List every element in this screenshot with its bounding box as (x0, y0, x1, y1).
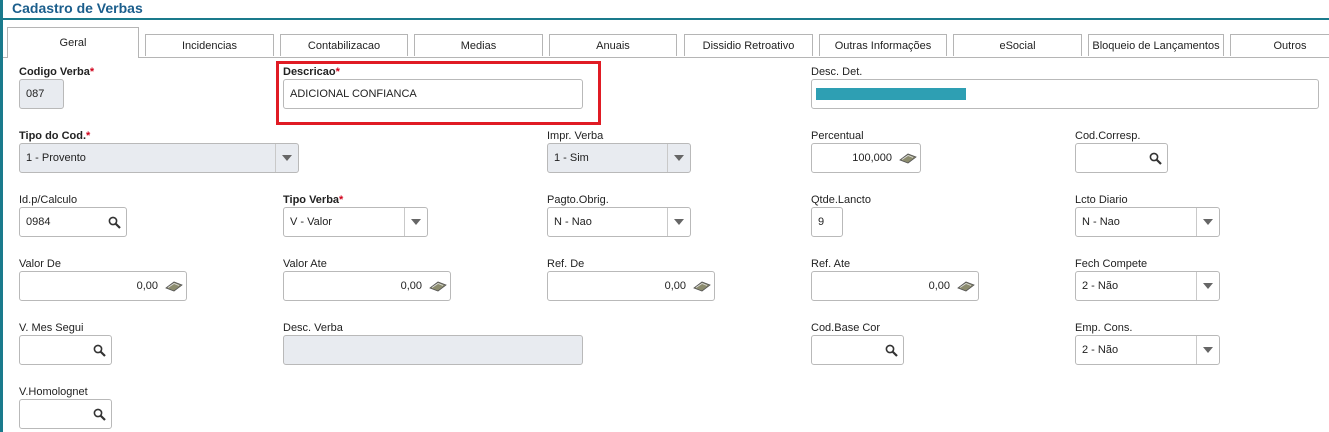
tab-label: eSocial (999, 39, 1036, 52)
v-mes-segui-label: V. Mes Segui (19, 322, 84, 334)
desc-verba-field[interactable] (283, 335, 583, 365)
tipo-cod-label: Tipo do Cod.* (19, 130, 91, 142)
lcto-diario-label: Lcto Diario (1075, 194, 1128, 206)
tipo-verba-select[interactable]: V - Valor (283, 207, 428, 237)
v-homolognet-field[interactable] (19, 399, 112, 429)
ref-ate-field[interactable]: 0,00 (811, 271, 979, 301)
id-calculo-label: Id.p/Calculo (19, 194, 78, 206)
cod-corresp-label: Cod.Corresp. (1075, 130, 1141, 142)
id-calculo-field[interactable]: 0984 (19, 207, 127, 237)
fech-compete-select[interactable]: 2 - Não (1075, 271, 1220, 301)
v-mes-segui-field[interactable] (19, 335, 112, 365)
tab-label: Contabilizacao (307, 39, 381, 52)
valor-de-field[interactable]: 0,00 (19, 271, 187, 301)
calculator-icon[interactable] (162, 272, 186, 300)
codigo-verba-label: Codigo Verba* (19, 66, 95, 78)
tab-outras-informacoes[interactable]: Outras Informações (819, 34, 947, 56)
tab-label: Geral (59, 37, 87, 49)
pagto-obrig-label: Pagto.Obrig. (547, 194, 609, 206)
calculator-icon[interactable] (690, 272, 714, 300)
cod-corresp-field[interactable] (1075, 143, 1168, 173)
impr-verba-select[interactable]: 1 - Sim (547, 143, 691, 173)
calculator-icon[interactable] (896, 144, 920, 172)
emp-cons-select[interactable]: 2 - Não (1075, 335, 1220, 365)
cod-base-cor-field[interactable] (811, 335, 904, 365)
ref-de-field[interactable]: 0,00 (547, 271, 715, 301)
tab-anuais[interactable]: Anuais (549, 34, 677, 56)
tab-label: Outros (1273, 39, 1307, 52)
chevron-down-icon (667, 208, 690, 236)
pagto-obrig-select[interactable]: N - Nao (547, 207, 691, 237)
desc-det-value-bar (816, 88, 966, 100)
emp-cons-label: Emp. Cons. (1075, 322, 1133, 334)
valor-ate-field[interactable]: 0,00 (283, 271, 451, 301)
tab-label: Incidencias (181, 39, 238, 52)
tab-label: Medias (460, 39, 497, 52)
ref-ate-label: Ref. Ate (811, 258, 851, 270)
tab-outros[interactable]: Outros (1230, 34, 1329, 56)
tabs-divider (3, 57, 1329, 58)
title-divider (3, 18, 1329, 20)
tab-bloqueio-lancamentos[interactable]: Bloqueio de Lançamentos (1088, 34, 1224, 56)
search-icon[interactable] (87, 400, 111, 428)
calculator-icon[interactable] (426, 272, 450, 300)
tab-label: Bloqueio de Lançamentos (1092, 39, 1220, 52)
qtde-lancto-label: Qtde.Lancto (811, 194, 871, 206)
search-icon[interactable] (87, 336, 111, 364)
percentual-field[interactable]: 100,000 (811, 143, 921, 173)
search-icon[interactable] (1143, 144, 1167, 172)
tab-incidencias[interactable]: Incidencias (145, 34, 274, 56)
tab-label: Outras Informações (834, 39, 932, 52)
chevron-down-icon (404, 208, 427, 236)
highlight-box (276, 61, 601, 125)
chevron-down-icon (667, 144, 690, 172)
impr-verba-label: Impr. Verba (547, 130, 604, 142)
v-homolognet-label: V.Homolognet (19, 386, 88, 398)
tab-geral[interactable]: Geral (7, 27, 139, 58)
page-title: Cadastro de Verbas (12, 0, 143, 16)
fech-compete-label: Fech Compete (1075, 258, 1148, 270)
chevron-down-icon (1196, 208, 1219, 236)
tipo-cod-select[interactable]: 1 - Provento (19, 143, 299, 173)
valor-ate-label: Valor Ate (283, 258, 327, 270)
codigo-verba-field[interactable]: 087 (19, 79, 64, 109)
chevron-down-icon (275, 144, 298, 172)
tab-label: Dissidio Retroativo (702, 39, 795, 52)
tab-contabilizacao[interactable]: Contabilizacao (280, 34, 408, 56)
tipo-verba-label: Tipo Verba* (283, 194, 344, 206)
chevron-down-icon (1196, 272, 1219, 300)
qtde-lancto-field[interactable]: 9 (811, 207, 843, 237)
ref-de-label: Ref. De (547, 258, 585, 270)
desc-verba-label: Desc. Verba (283, 322, 343, 334)
lcto-diario-select[interactable]: N - Nao (1075, 207, 1220, 237)
cod-base-cor-label: Cod.Base Cor (811, 322, 881, 334)
chevron-down-icon (1196, 336, 1219, 364)
tab-dissidio-retroativo[interactable]: Dissidio Retroativo (684, 34, 813, 56)
calculator-icon[interactable] (954, 272, 978, 300)
search-icon[interactable] (102, 208, 126, 236)
search-icon[interactable] (879, 336, 903, 364)
tab-label: Anuais (596, 39, 630, 52)
left-accent-bar (0, 0, 3, 432)
valor-de-label: Valor De (19, 258, 61, 270)
tab-medias[interactable]: Medias (414, 34, 543, 56)
desc-det-label: Desc. Det. (811, 66, 863, 78)
tab-esocial[interactable]: eSocial (953, 34, 1082, 56)
percentual-label: Percentual (811, 130, 864, 142)
